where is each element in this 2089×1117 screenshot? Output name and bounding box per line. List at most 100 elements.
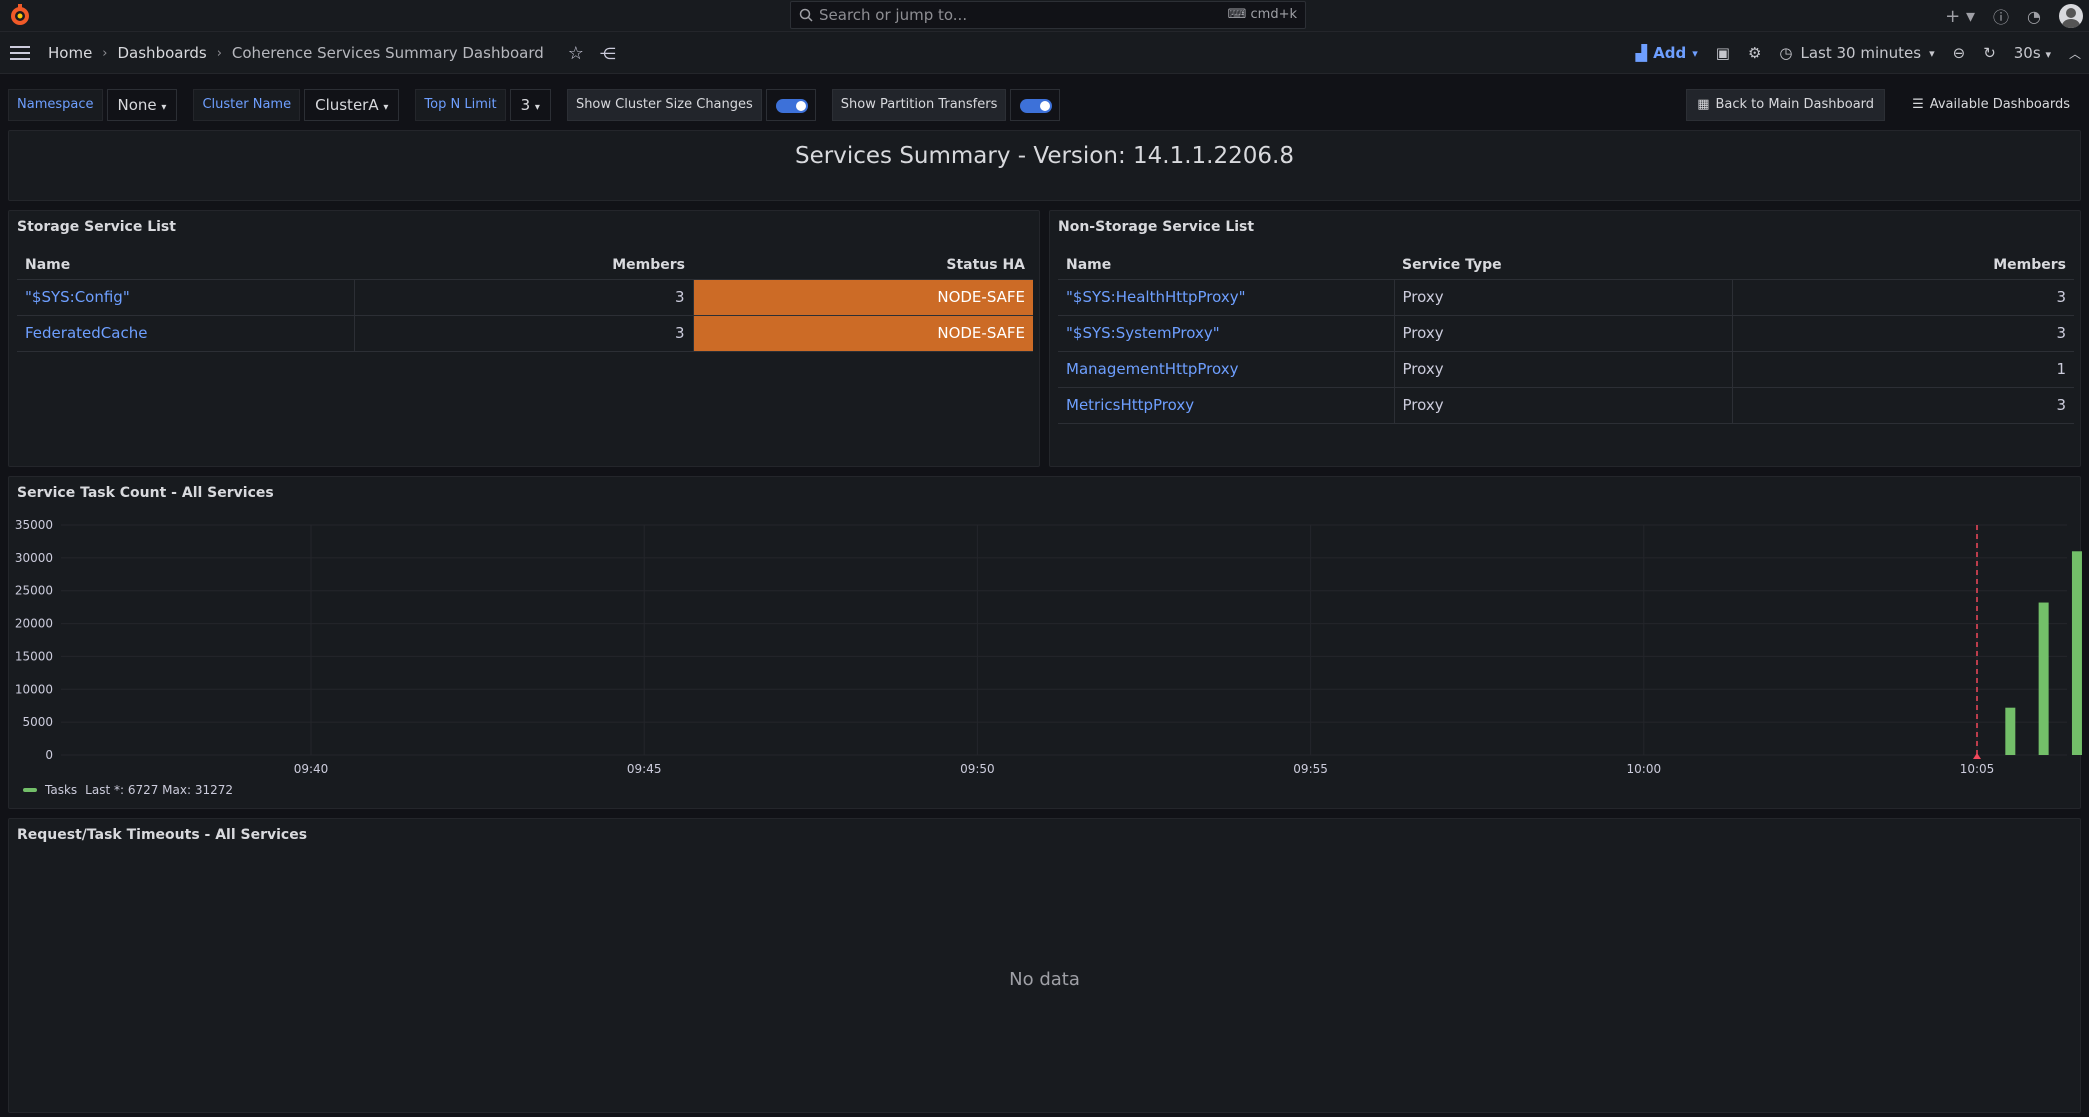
table-row: "$SYS:SystemProxy" Proxy 3 [1058,315,2074,352]
service-type-cell: Proxy [1393,315,1732,352]
partition-transfers-label: Show Partition Transfers [831,89,1007,121]
column-header[interactable]: Members [354,251,693,280]
new-menu-icon[interactable]: + ▾ [1945,6,1975,27]
refresh-icon[interactable]: ↻ [1983,44,1996,62]
bar [2038,602,2049,755]
top-n-value: 3 [520,96,531,114]
service-name-link[interactable]: FederatedCache [17,315,354,352]
table-row: ManagementHttpProxy Proxy 1 [1058,351,2074,388]
grid-icon: ▦ [1697,97,1710,112]
back-to-main-label: Back to Main Dashboard [1715,97,1875,112]
column-header[interactable]: Name [1058,251,1394,280]
chevron-down-icon: ▾ [2045,48,2051,61]
partition-transfers-toggle[interactable] [1010,89,1061,121]
top-icons: + ▾ ⓘ ◔ [1945,0,2089,32]
status-ha-cell: NODE-SAFE [692,315,1033,352]
top-bar: Search or jump to... ⌨ cmd+k + ▾ ⓘ ◔ [0,0,2089,32]
no-data-message: No data [1009,969,1080,990]
search-input[interactable]: Search or jump to... ⌨ cmd+k [790,1,1306,29]
chevron-down-icon: ▾ [161,102,167,113]
save-icon[interactable]: ▣ [1716,44,1730,62]
refresh-interval-picker[interactable]: 30s ▾ [2014,44,2051,62]
chevron-right-icon: › [216,45,222,61]
shortcut-hint: ⌨ cmd+k [1227,7,1297,22]
non-storage-service-table: Name Service Type Members "$SYS:HealthHt… [1058,251,2074,424]
column-header[interactable]: Status HA [693,251,1033,280]
back-to-main-link[interactable]: ▦ Back to Main Dashboard [1686,89,1886,121]
cluster-name-value: ClusterA [315,96,379,114]
members-cell: 3 [1731,387,2074,424]
annotation-marker-icon [1973,753,1981,759]
zoom-out-icon[interactable]: ⊖ [1953,44,1966,62]
news-feed-icon[interactable]: ◔ [2027,7,2041,26]
service-name-link[interactable]: ManagementHttpProxy [1058,351,1394,388]
table-row: FederatedCache 3 NODE-SAFE [17,315,1033,352]
add-panel-icon: ▟ [1635,44,1648,62]
service-type-cell: Proxy [1393,387,1732,424]
breadcrumb-home[interactable]: Home [48,44,92,62]
x-tick-label: 09:40 [294,762,329,776]
x-tick-label: 09:55 [1293,762,1328,776]
service-name-link[interactable]: "$SYS:SystemProxy" [1058,315,1394,352]
table-header: Name Members Status HA [17,251,1033,280]
search-placeholder: Search or jump to... [819,6,968,24]
panel-title: Non-Storage Service List [1058,219,1255,235]
legend-swatch [23,788,37,792]
bar [2005,707,2016,755]
chevron-up-icon[interactable]: ︿ [2069,45,2081,62]
legend-stats: Last *: 6727 Max: 31272 [85,783,234,797]
list-icon: ☰ [1912,97,1924,112]
task-count-chart[interactable]: 0 5000 10000 15000 20000 25000 30000 35000 09:40… [9,477,2082,777]
user-avatar[interactable] [2059,4,2083,28]
star-icon[interactable]: ☆ [568,43,584,64]
service-name-link[interactable]: "$SYS:HealthHttpProxy" [1058,279,1394,316]
y-tick-label: 15000 [15,649,53,663]
service-name-link[interactable]: "$SYS:Config" [17,279,354,316]
add-button[interactable]: ▟ Add ▾ [1636,44,1698,62]
dashboard-nav-bar: Home › Dashboards › Coherence Services S… [0,32,2089,74]
members-cell: 3 [1731,315,2074,352]
column-header[interactable]: Members [1732,251,2074,280]
menu-icon[interactable] [10,45,30,61]
template-variables: Namespace None ▾ Cluster Name ClusterA ▾… [8,89,1072,121]
table-row: "$SYS:HealthHttpProxy" Proxy 3 [1058,279,2074,316]
help-icon[interactable]: ⓘ [1993,4,2009,28]
column-header[interactable]: Name [17,251,354,280]
toggle-knob [795,101,806,111]
x-tick-label: 09:45 [627,762,662,776]
available-dashboards-link[interactable]: ☰ Available Dashboards [1901,89,2081,121]
cluster-name-select[interactable]: ClusterA ▾ [304,89,400,121]
chevron-down-icon: ▾ [1692,46,1698,60]
top-n-label: Top N Limit [415,89,506,121]
chevron-down-icon: ▾ [1929,46,1935,60]
grafana-logo-icon[interactable] [8,3,32,27]
namespace-select[interactable]: None ▾ [106,89,178,121]
chart-legend[interactable]: Tasks Last *: 6727 Max: 31272 [23,783,233,797]
cluster-size-toggle[interactable] [765,89,816,121]
y-tick-label: 25000 [15,584,53,598]
chevron-down-icon: ▾ [534,102,540,113]
top-n-select[interactable]: 3 ▾ [509,89,551,121]
members-cell: 3 [353,315,693,352]
y-tick-label: 0 [45,748,53,762]
status-ha-cell: NODE-SAFE [692,279,1033,316]
chevron-right-icon: › [102,45,108,61]
search-icon [799,8,813,22]
version-text: Services Summary - Version: 14.1.1.2206.… [795,143,1294,169]
bar [2071,551,2082,755]
panel-title: Request/Task Timeouts - All Services [17,827,308,843]
column-header[interactable]: Service Type [1394,251,1732,280]
share-icon[interactable]: ⋲ [600,44,616,63]
task-count-panel: Service Task Count - All Services 0 5000 1… [8,476,2082,809]
members-cell: 1 [1731,351,2074,388]
table-header: Name Service Type Members [1058,251,2074,280]
breadcrumb-dashboards[interactable]: Dashboards [118,44,207,62]
namespace-value: None [117,96,157,114]
x-tick-label: 09:50 [960,762,995,776]
service-name-link[interactable]: MetricsHttpProxy [1058,387,1394,424]
time-range-picker[interactable]: ◷ Last 30 minutes ▾ [1779,44,1934,62]
storage-service-panel: Storage Service List Name Members Status… [8,210,1040,467]
gear-icon[interactable]: ⚙ [1748,44,1761,62]
members-cell: 3 [1731,279,2074,316]
y-tick-label: 10000 [15,682,53,696]
